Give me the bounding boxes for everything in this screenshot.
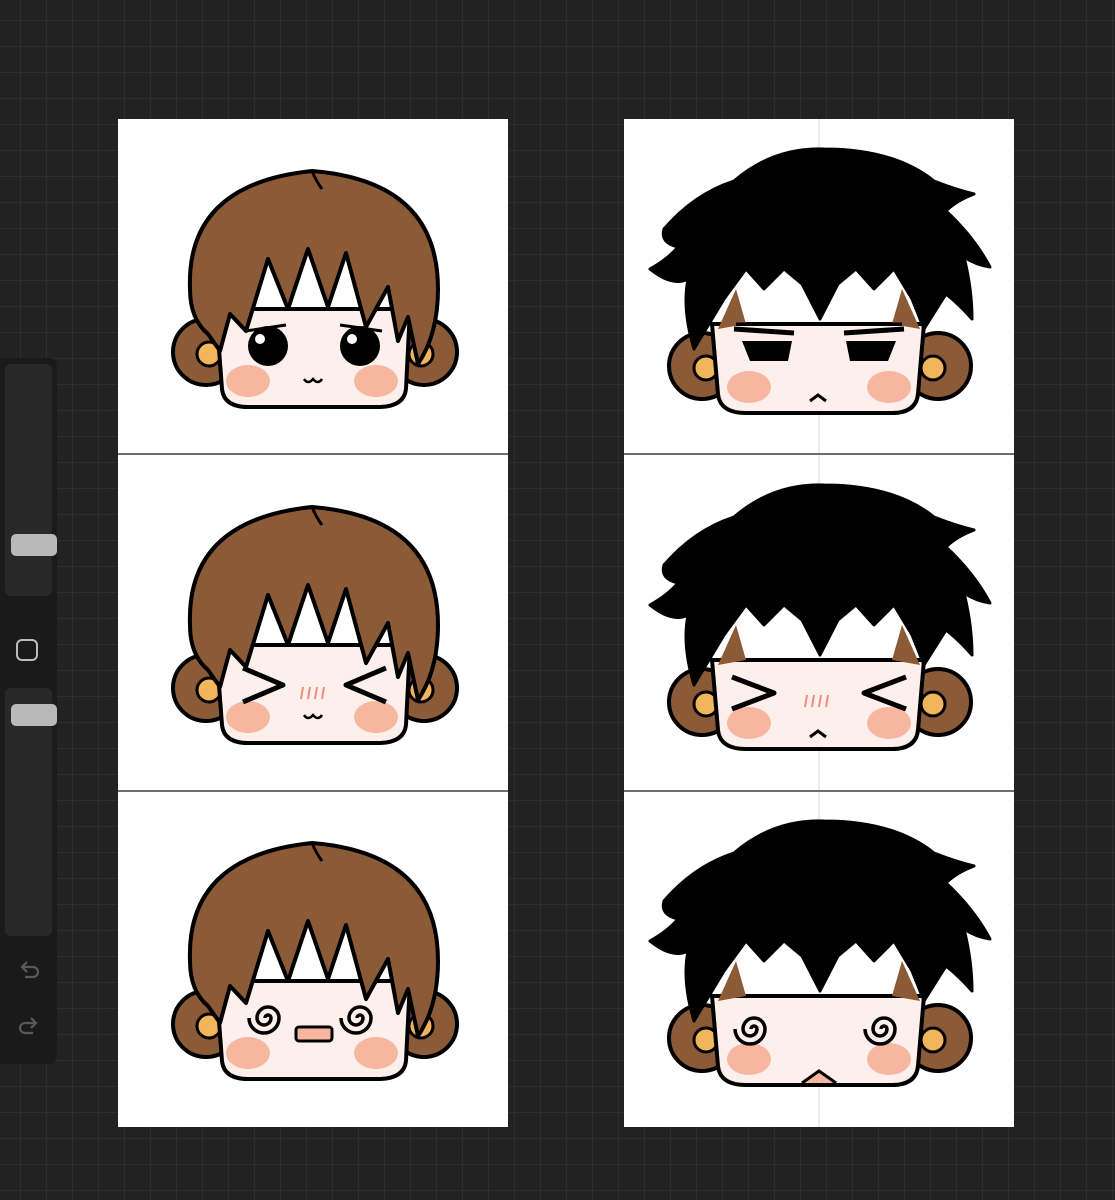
sticker-panel-neutral[interactable] — [171, 169, 459, 409]
brush-size-handle[interactable] — [11, 534, 57, 556]
redo-icon[interactable] — [16, 1016, 42, 1042]
canvas-black-hair[interactable] — [624, 119, 1014, 1127]
opacity-handle[interactable] — [11, 704, 57, 726]
opacity-slider[interactable] — [5, 688, 57, 936]
sticker-panel-dizzy[interactable] — [648, 818, 992, 1087]
brush-size-slider[interactable] — [5, 364, 57, 596]
sticker-panel-squint[interactable] — [648, 482, 992, 751]
sticker-panel-neutral[interactable] — [648, 146, 992, 415]
sticker-panel-squint[interactable] — [171, 505, 459, 745]
canvas-brown-hair[interactable] — [118, 119, 508, 1127]
undo-icon[interactable] — [16, 958, 42, 984]
sticker-panel-dizzy[interactable] — [171, 841, 459, 1081]
modify-button[interactable] — [16, 639, 38, 661]
side-toolbar — [0, 358, 57, 1064]
